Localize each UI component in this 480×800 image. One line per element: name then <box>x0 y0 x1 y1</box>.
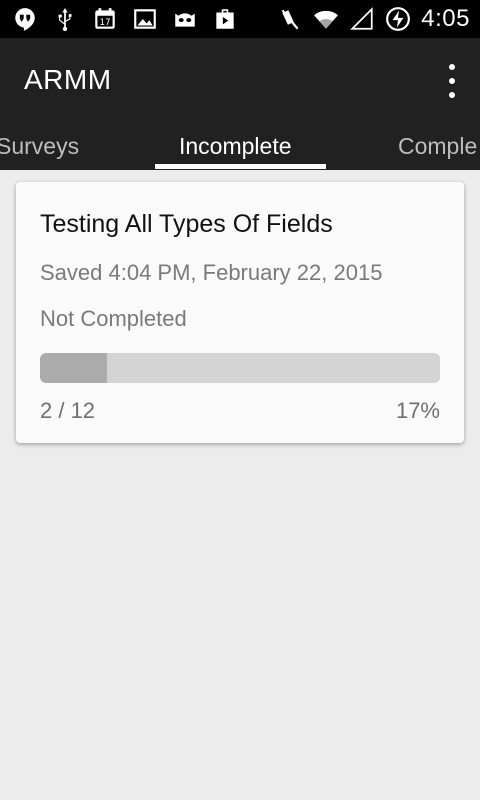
saved-timestamp: Saved 4:04 PM, February 22, 2015 <box>40 260 383 285</box>
cyanogen-icon <box>172 6 198 32</box>
survey-title: Testing All Types Of Fields <box>40 210 333 238</box>
calendar-17-icon: 17 <box>92 6 118 32</box>
completion-status: Not Completed <box>40 306 187 331</box>
mute-icon <box>277 6 303 32</box>
hangouts-icon <box>12 6 38 32</box>
progress-count: 2 / 12 <box>40 398 96 423</box>
notification-icons: 17 <box>12 5 238 33</box>
overflow-dot-icon <box>449 78 455 84</box>
active-tab-indicator <box>155 164 326 169</box>
wifi-icon <box>313 6 339 32</box>
tab-completed[interactable]: Comple <box>398 124 477 170</box>
svg-text:17: 17 <box>99 18 110 28</box>
overflow-menu-button[interactable] <box>440 64 464 98</box>
app-title: ARMM <box>24 64 112 95</box>
image-icon <box>132 6 158 32</box>
progress-bar <box>40 353 440 383</box>
overflow-dot-icon <box>449 64 455 70</box>
usb-icon <box>52 6 78 32</box>
overflow-dot-icon <box>449 92 455 98</box>
app-bar: ARMM <box>0 38 480 124</box>
status-clock: 4:05 <box>421 5 470 32</box>
no-signal-icon <box>349 6 375 32</box>
progress-bar-fill <box>40 353 107 383</box>
progress-percent: 17% <box>395 398 440 423</box>
tab-surveys[interactable]: Surveys <box>0 124 79 170</box>
survey-card[interactable]: Testing All Types Of Fields Saved 4:04 P… <box>16 182 464 443</box>
system-icons: 4:05 <box>277 5 470 33</box>
battery-charging-icon <box>385 6 411 32</box>
status-bar: 17 4:05 <box>0 0 480 38</box>
play-store-icon <box>212 6 238 32</box>
